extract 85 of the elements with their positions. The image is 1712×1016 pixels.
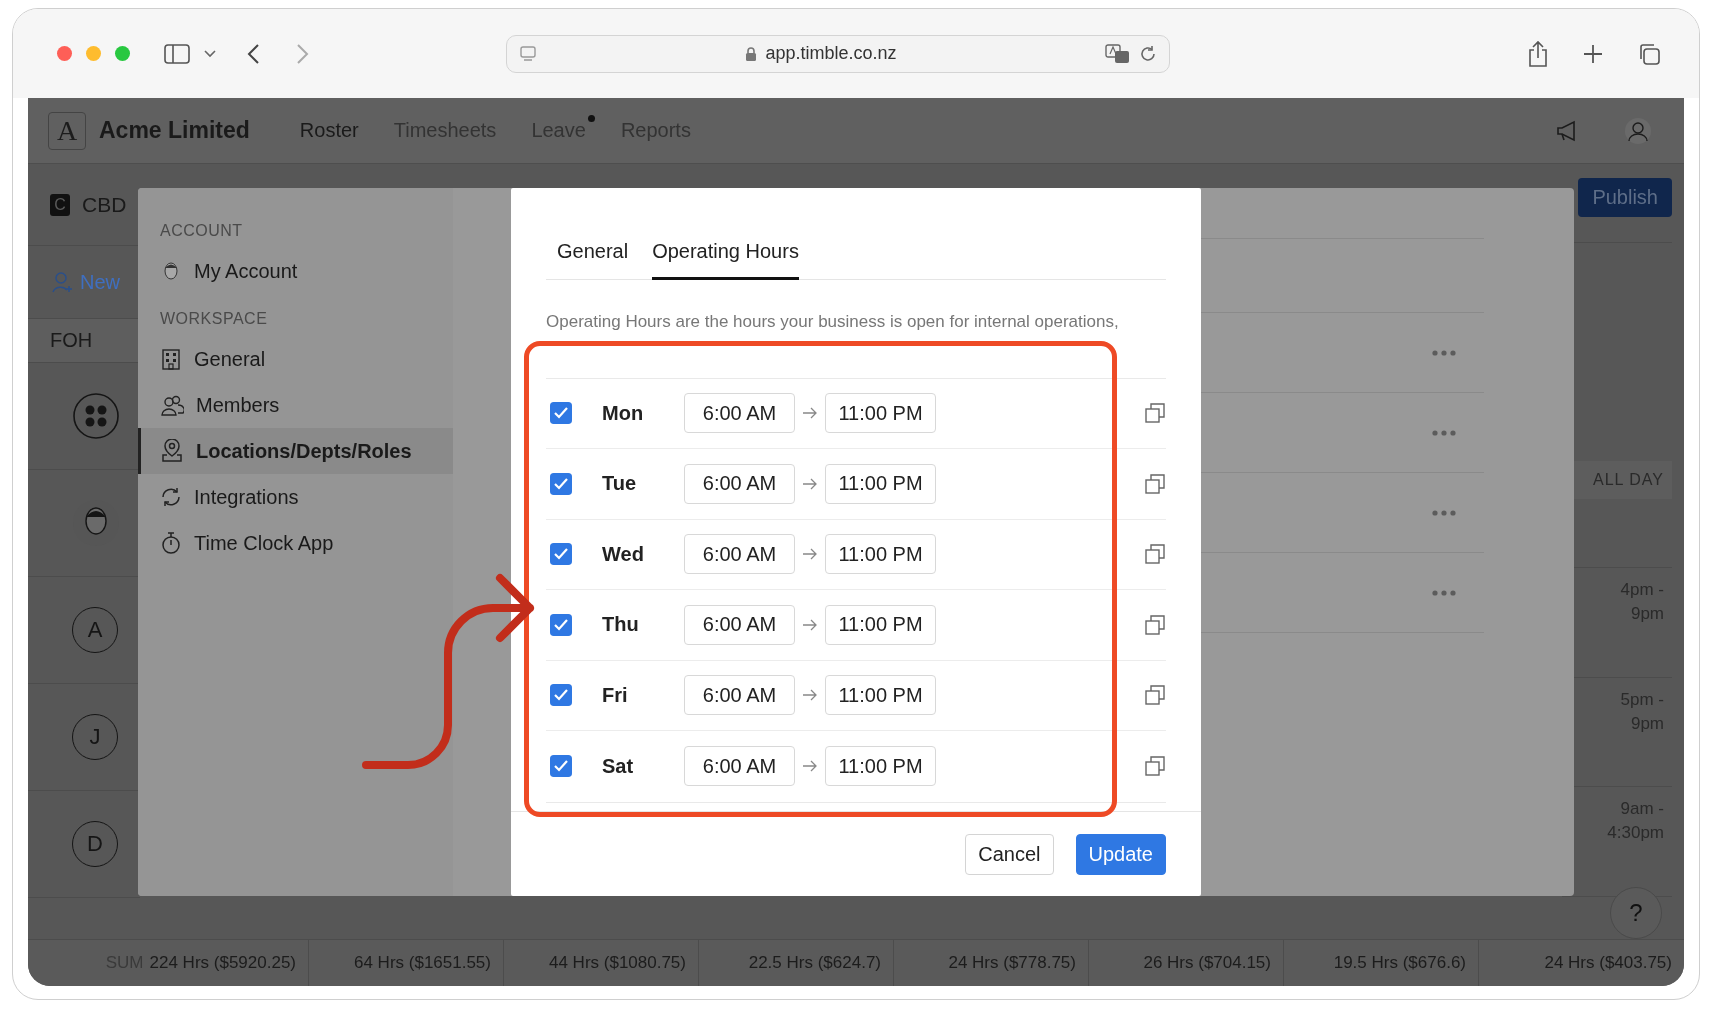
start-time-field[interactable]: 6:00 AM [684, 675, 795, 716]
reload-icon[interactable] [1139, 44, 1157, 63]
day-label: Tue [602, 472, 638, 496]
close-window-button[interactable] [57, 46, 72, 61]
day-checkbox[interactable] [550, 755, 572, 778]
start-time-field[interactable]: 6:00 AM [684, 463, 795, 504]
description-text: Operating Hours are the hours your business is open for internal operations, [546, 310, 1120, 333]
end-time-field[interactable]: 11:00 PM [825, 604, 936, 645]
sum-total: 224 Hrs ($5920.25) [149, 953, 296, 973]
day-checkbox[interactable] [550, 684, 572, 707]
group-icon [72, 392, 120, 440]
arrow-icon [802, 760, 818, 773]
tabs-icon[interactable] [1637, 41, 1661, 66]
stopwatch-icon [160, 531, 182, 555]
department-name: FOH [50, 329, 93, 352]
day-label: Thu [602, 613, 640, 637]
start-time-field[interactable]: 6:00 AM [684, 604, 795, 645]
sum-total: 24 Hrs ($403.75) [1544, 953, 1672, 973]
day-checkbox[interactable] [550, 402, 572, 425]
arrow-icon [802, 689, 818, 702]
day-label: Sat [602, 754, 635, 778]
day-checkbox[interactable] [550, 472, 572, 495]
more-icon[interactable] [1432, 509, 1456, 516]
translate-icon[interactable] [1105, 43, 1131, 64]
lock-icon [745, 45, 758, 62]
more-icon[interactable] [1432, 429, 1456, 436]
sum-total: 44 Hrs ($1080.75) [548, 953, 686, 973]
copy-icon[interactable] [1144, 472, 1166, 495]
more-icon[interactable] [1432, 589, 1456, 596]
company-logo: A [48, 111, 86, 150]
sync-icon [160, 486, 182, 508]
building-icon [160, 348, 182, 370]
update-button[interactable]: Update [1075, 833, 1166, 875]
section-heading: ACCOUNT [159, 222, 244, 240]
copy-icon[interactable] [1144, 543, 1166, 566]
sum-total: 24 Hrs ($778.75) [948, 953, 1076, 973]
sidebar-item[interactable]: Time Clock App [138, 520, 453, 566]
arrow-icon [802, 548, 818, 561]
sidebar-item[interactable]: My Account [138, 248, 453, 294]
start-time-field[interactable]: 6:00 AM [684, 534, 795, 575]
day-checkbox[interactable] [550, 613, 572, 636]
sum-total: 19.5 Hrs ($676.6) [1333, 953, 1466, 973]
end-time-field[interactable]: 11:00 PM [825, 534, 936, 575]
end-time-field[interactable]: 11:00 PM [825, 393, 936, 434]
copy-icon[interactable] [1144, 613, 1166, 636]
tab[interactable]: General [557, 240, 629, 280]
cancel-button[interactable]: Cancel [965, 833, 1054, 875]
arrow-icon [802, 407, 818, 420]
sum-total: 64 Hrs ($1651.55) [353, 953, 491, 973]
end-time-field[interactable]: 11:00 PM [825, 463, 936, 504]
copy-icon[interactable] [1144, 402, 1166, 425]
sidebar-item[interactable]: General [138, 336, 453, 382]
sidebar-item[interactable]: Members [138, 382, 453, 428]
page-icon [519, 44, 537, 63]
end-time-field[interactable]: 11:00 PM [825, 746, 936, 787]
sum-total: 26 Hrs ($704.15) [1143, 953, 1271, 973]
day-label: Wed [602, 542, 645, 566]
sidebar-item[interactable]: Integrations [138, 474, 453, 520]
location-badge: C [50, 193, 70, 216]
section-heading: WORKSPACE [159, 310, 269, 328]
user-avatar[interactable] [1624, 116, 1652, 145]
copy-icon[interactable] [1144, 684, 1166, 707]
day-label: Mon [602, 401, 645, 425]
plus-icon[interactable] [1583, 43, 1603, 64]
sidebar-icon[interactable] [164, 43, 190, 64]
arrow-icon [802, 618, 818, 631]
start-time-field[interactable]: 6:00 AM [684, 393, 795, 434]
company-name: Acme Limited [99, 117, 250, 144]
day-label: Fri [602, 683, 629, 707]
day-checkbox[interactable] [550, 543, 572, 566]
start-time-field[interactable]: 6:00 AM [684, 746, 795, 787]
people-icon [160, 394, 184, 416]
url-text: app.timble.co.nz [765, 43, 897, 64]
tab[interactable]: Operating Hours [652, 240, 799, 280]
address-bar[interactable]: app.timble.co.nz [506, 34, 1170, 73]
location-pin-icon [160, 439, 184, 463]
sidebar-item[interactable]: Locations/Depts/Roles [138, 428, 453, 474]
share-icon[interactable] [1527, 39, 1549, 68]
arrow-icon [802, 477, 818, 490]
back-icon[interactable] [246, 42, 260, 65]
end-time-field[interactable]: 11:00 PM [825, 675, 936, 716]
copy-icon[interactable] [1144, 755, 1166, 778]
sum-total: 22.5 Hrs ($624.7) [748, 953, 881, 973]
more-icon[interactable] [1432, 349, 1456, 356]
chevron-down-icon[interactable] [204, 49, 216, 58]
